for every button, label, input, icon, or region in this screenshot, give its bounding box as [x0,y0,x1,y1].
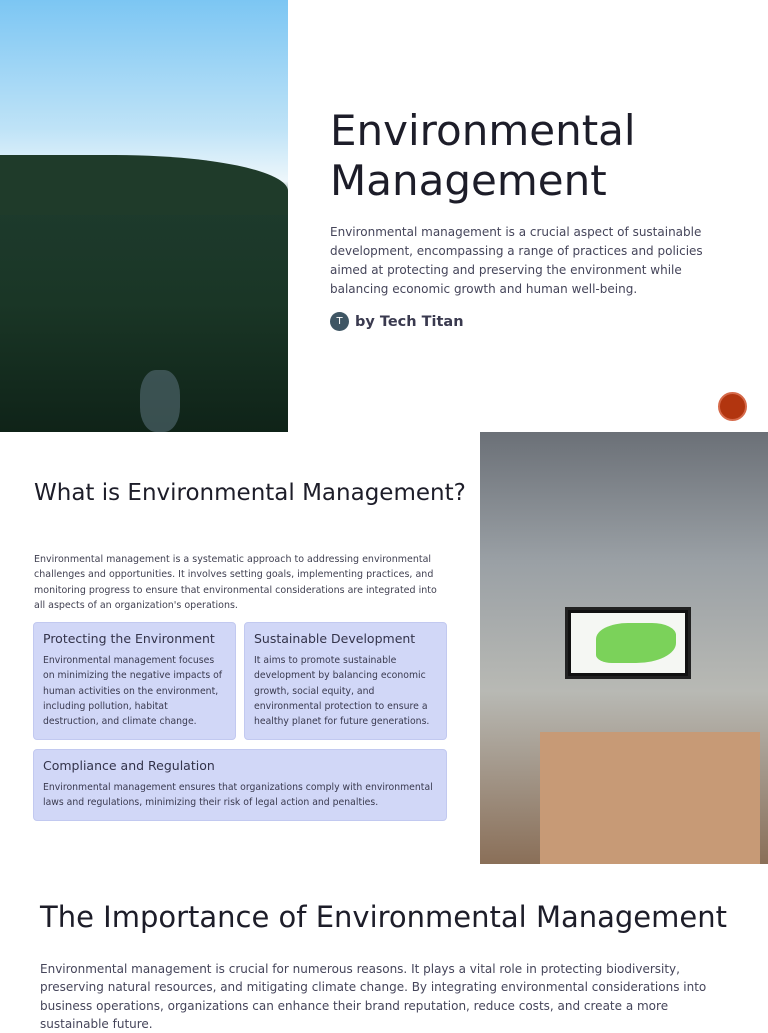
section-title-what-is: What is Environmental Management? [34,480,466,506]
section-intro: Environmental management is a systematic… [34,554,437,611]
forest-landscape-image [0,0,288,432]
card-compliance-regulation: Compliance and Regulation Environmental … [33,749,447,821]
card-text: Environmental management ensures that or… [43,782,433,809]
card-protecting-environment: Protecting the Environment Environmental… [33,622,236,740]
importance-text: Environmental management is crucial for … [40,962,707,1031]
logo-badge-icon[interactable] [718,392,747,421]
author-avatar: T [330,312,349,331]
card-text: Environmental management focuses on mini… [43,655,223,728]
page-title: Environmental Management [330,106,636,205]
card-sustainable-development: Sustainable Development It aims to promo… [244,622,447,740]
card-title: Compliance and Regulation [43,758,215,773]
section-title-importance: The Importance of Environmental Manageme… [40,900,727,934]
author-name: by Tech Titan [355,313,464,330]
hero-description: Environmental management is a crucial as… [330,225,703,296]
card-title: Sustainable Development [254,631,416,646]
card-text: It aims to promote sustainable developme… [254,655,430,728]
office-meeting-image [480,432,768,864]
author-byline: T by Tech Titan [330,312,464,331]
card-title: Protecting the Environment [43,631,215,646]
